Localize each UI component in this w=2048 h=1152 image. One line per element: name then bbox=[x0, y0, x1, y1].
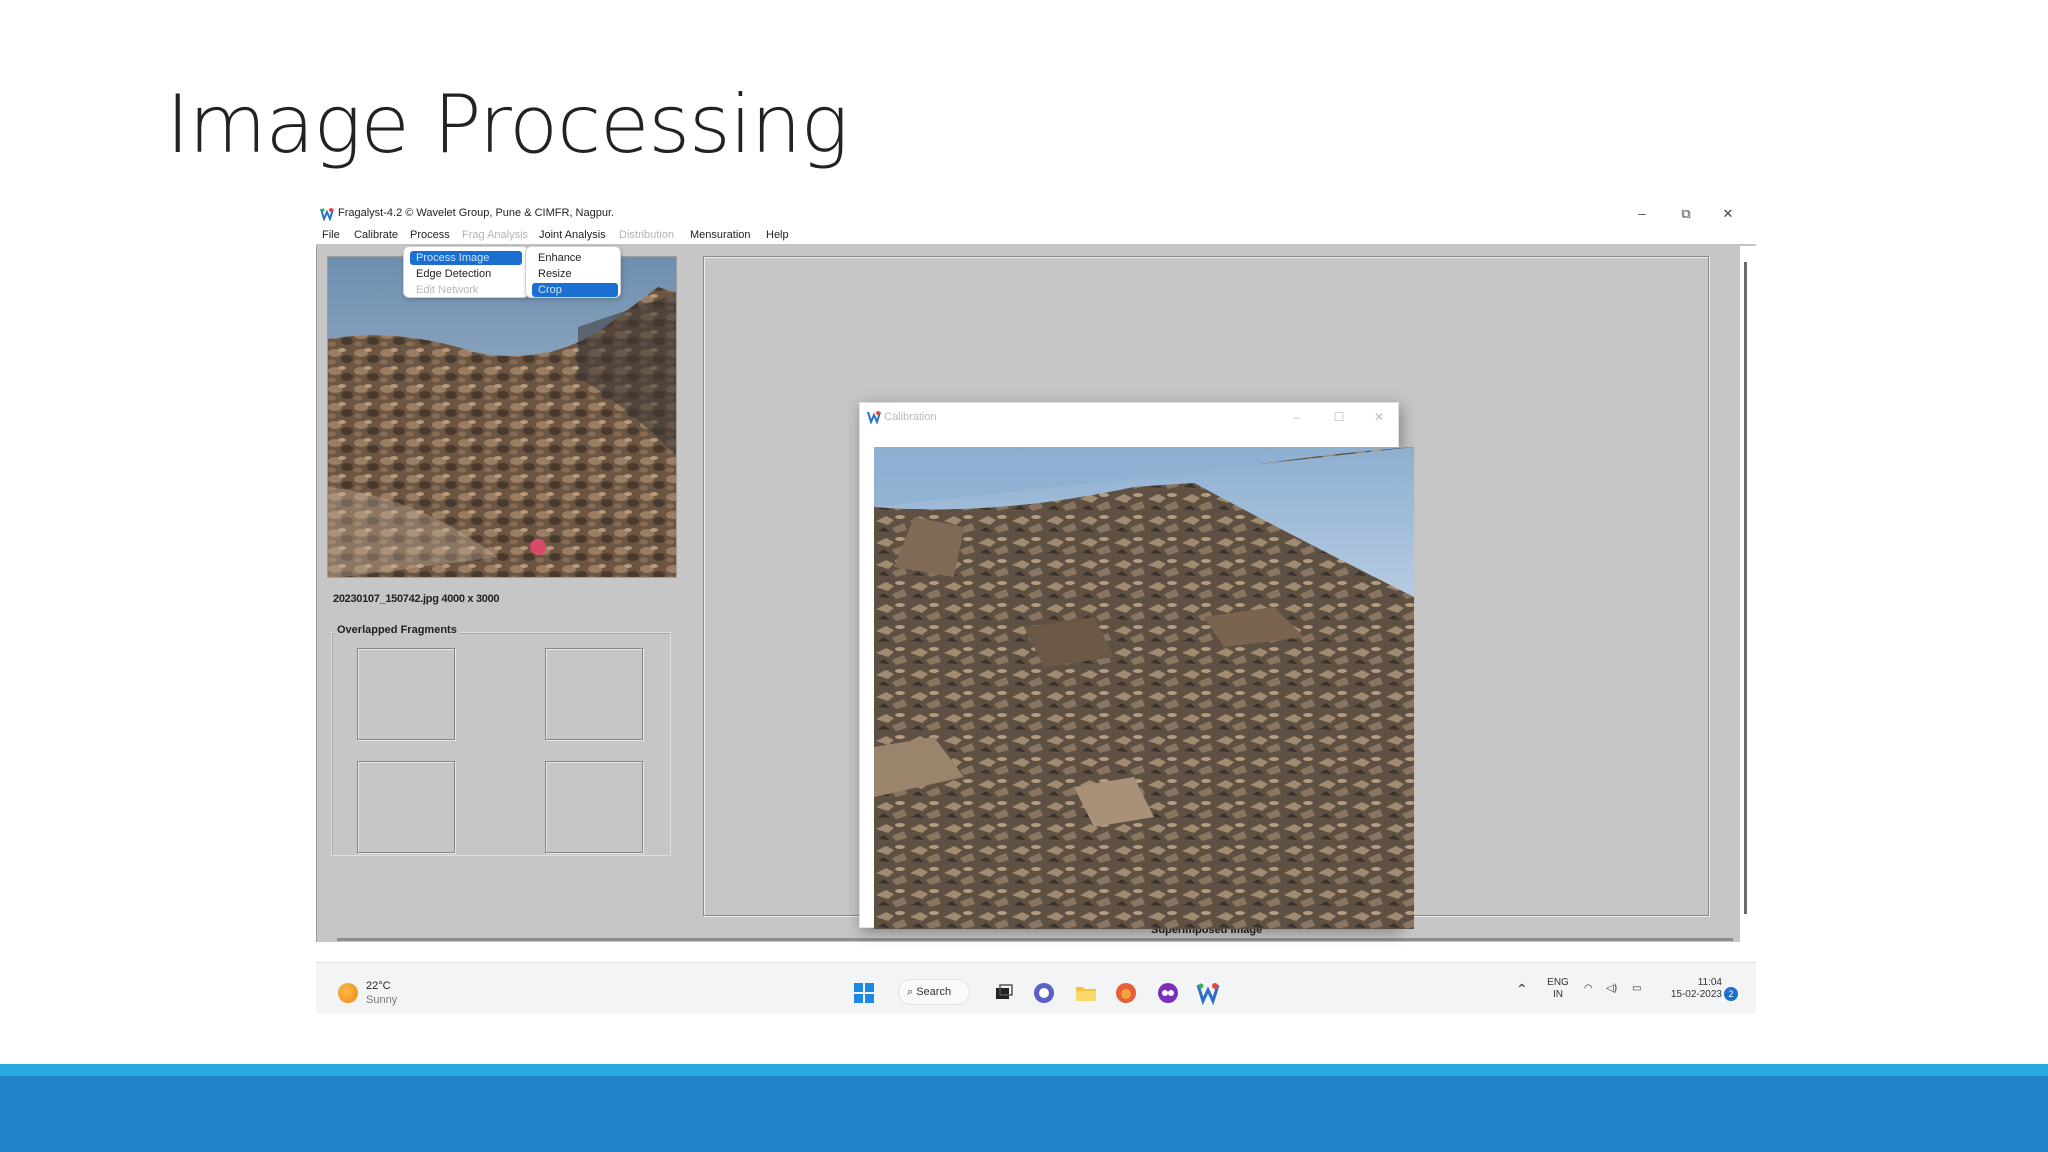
file-explorer-icon[interactable] bbox=[1074, 981, 1098, 1005]
menu-joint-analysis[interactable]: Joint Analysis bbox=[539, 229, 606, 241]
source-image-thumbnail[interactable] bbox=[327, 256, 677, 578]
windows-start-icon[interactable] bbox=[852, 981, 876, 1005]
language-label: ENG bbox=[1547, 977, 1569, 988]
wifi-icon[interactable]: ◠ bbox=[1584, 983, 1593, 995]
region-label: IN bbox=[1553, 989, 1563, 1000]
windows-taskbar: 22°C Sunny ⌕ Search ⌃ ENG IN ◠ ◁) ▭ 11:0… bbox=[316, 962, 1756, 1014]
taskbar-search-label: Search bbox=[916, 986, 952, 998]
language-indicator[interactable]: ENG IN bbox=[1544, 977, 1572, 1001]
menu-help[interactable]: Help bbox=[766, 229, 789, 241]
window-title: Fragalyst-4.2 © Wavelet Group, Pune & CI… bbox=[338, 207, 615, 219]
menu-edit-network[interactable]: Edit Network bbox=[410, 283, 522, 297]
fragment-slot[interactable] bbox=[357, 761, 455, 853]
rock-slope-thumbnail-image bbox=[328, 257, 676, 577]
close-button[interactable]: ✕ bbox=[1708, 204, 1748, 224]
menu-resize[interactable]: Resize bbox=[532, 267, 618, 281]
fragment-slot[interactable] bbox=[357, 648, 455, 740]
calibration-window-title: Calibration bbox=[884, 411, 937, 423]
taskbar-search-button[interactable]: ⌕ Search bbox=[898, 979, 970, 1005]
menu-process-image[interactable]: Process Image bbox=[410, 251, 522, 265]
weather-condition[interactable]: Sunny bbox=[366, 994, 397, 1006]
menu-bar: File Calibrate Process Frag Analysis Joi… bbox=[316, 226, 1756, 246]
fragalyst-app-icon bbox=[867, 411, 881, 424]
image-file-info: 20230107_150742.jpg 4000 x 3000 bbox=[333, 593, 500, 605]
calibration-maximize-button[interactable]: ☐ bbox=[1324, 407, 1354, 427]
fragalyst-app-icon bbox=[320, 208, 334, 221]
calibration-close-button[interactable]: ✕ bbox=[1364, 407, 1394, 427]
notification-badge[interactable]: 2 bbox=[1724, 987, 1738, 1001]
application-screenshot: Fragalyst-4.2 © Wavelet Group, Pune & CI… bbox=[316, 202, 1756, 1014]
calibration-minimize-button[interactable]: – bbox=[1282, 407, 1312, 427]
menu-edge-detection[interactable]: Edge Detection bbox=[410, 267, 522, 281]
battery-icon[interactable]: ▭ bbox=[1632, 983, 1641, 995]
clock[interactable]: 11:04 15-02-2023 bbox=[1656, 977, 1722, 1001]
overlapped-fragments-label: Overlapped Fragments bbox=[335, 624, 459, 636]
menu-frag-analysis[interactable]: Frag Analysis bbox=[462, 229, 528, 241]
calibration-window: Calibration – ☐ ✕ bbox=[859, 402, 1414, 929]
menu-enhance[interactable]: Enhance bbox=[532, 251, 618, 265]
rock-slope-calibration-image bbox=[874, 447, 1414, 929]
volume-icon[interactable]: ◁) bbox=[1606, 983, 1617, 995]
minimize-button[interactable]: – bbox=[1622, 204, 1662, 224]
app-workspace: 20230107_150742.jpg 4000 x 3000 Overlapp… bbox=[316, 246, 1740, 942]
slide-footer-band bbox=[0, 1076, 2048, 1152]
chat-icon[interactable] bbox=[1032, 981, 1056, 1005]
restore-button[interactable]: ⧉ bbox=[1666, 204, 1706, 224]
chevron-up-icon[interactable]: ⌃ bbox=[1516, 982, 1528, 996]
weather-temperature[interactable]: 22°C bbox=[366, 980, 391, 992]
menu-mensuration[interactable]: Mensuration bbox=[690, 229, 751, 241]
clock-time: 11:04 bbox=[1697, 977, 1722, 988]
fragment-slot[interactable] bbox=[545, 761, 643, 853]
sun-weather-icon[interactable] bbox=[338, 983, 358, 1003]
menu-calibrate[interactable]: Calibrate bbox=[354, 229, 398, 241]
process-image-submenu: Enhance Resize Crop bbox=[525, 246, 621, 298]
menu-distribution[interactable]: Distribution bbox=[619, 229, 674, 241]
menu-process[interactable]: Process bbox=[410, 229, 450, 241]
vertical-scrollbar[interactable] bbox=[1744, 262, 1747, 914]
slide-footer-accent bbox=[0, 1064, 2048, 1076]
calibration-image[interactable] bbox=[874, 447, 1414, 929]
horizontal-scrollbar[interactable] bbox=[337, 938, 1733, 941]
fragment-slot[interactable] bbox=[545, 648, 643, 740]
menu-crop[interactable]: Crop bbox=[532, 283, 618, 297]
media-app-icon[interactable] bbox=[1156, 981, 1180, 1005]
menu-file[interactable]: File bbox=[322, 229, 340, 241]
fragalyst-taskbar-icon[interactable] bbox=[1196, 981, 1220, 1005]
process-menu-dropdown: Process Image Edge Detection Edit Networ… bbox=[403, 246, 529, 298]
browser-icon[interactable] bbox=[1114, 981, 1138, 1005]
window-titlebar: Fragalyst-4.2 © Wavelet Group, Pune & CI… bbox=[316, 202, 1756, 226]
search-icon: ⌕ bbox=[907, 986, 917, 998]
slide-title: Image Processing bbox=[166, 78, 849, 171]
clock-date: 15-02-2023 bbox=[1670, 989, 1722, 1000]
task-view-icon[interactable] bbox=[992, 981, 1016, 1005]
